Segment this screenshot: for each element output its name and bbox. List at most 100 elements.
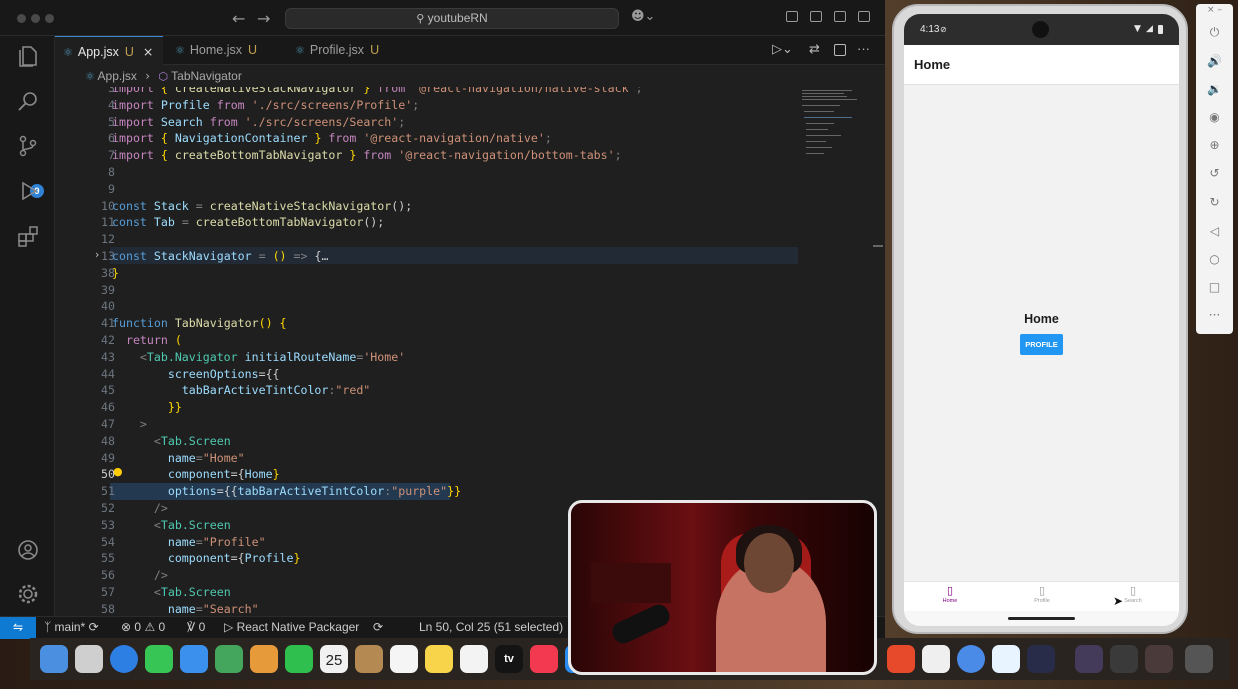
code-line[interactable]: 45 tabBarActiveTintColor:"red" [55, 382, 800, 399]
tab-app-jsx[interactable]: ⚛ App.jsx U × [55, 36, 163, 65]
code-line[interactable]: 5 import Search from './src/screens/Searc… [55, 114, 800, 131]
launchpad-icon[interactable] [75, 645, 103, 673]
back-triangle-icon[interactable]: ◁ [1196, 224, 1233, 238]
code-line[interactable]: 9 [55, 181, 800, 198]
accounts-icon[interactable] [16, 538, 40, 562]
brave-icon[interactable] [887, 645, 915, 673]
problems-indicator[interactable]: ⊗ 0 ⚠ 0 [121, 617, 165, 638]
android-studio-icon[interactable] [992, 645, 1020, 673]
back-arrow-icon[interactable]: ← [232, 9, 245, 28]
code-line[interactable]: 44 screenOptions={{ [55, 366, 800, 383]
contacts-icon[interactable] [355, 645, 383, 673]
code-line[interactable]: 50 component={Home} [55, 466, 800, 483]
home-indicator-bar[interactable] [1008, 617, 1075, 620]
compare-changes-icon[interactable]: ⇄ [809, 42, 820, 57]
breadcrumb-file[interactable]: App.jsx [98, 69, 137, 83]
close-window-icon[interactable] [17, 14, 26, 23]
minimize-window-icon[interactable] [31, 14, 40, 23]
toggle-panel-icon[interactable] [834, 11, 846, 22]
messages-icon[interactable] [145, 645, 173, 673]
notes-icon[interactable] [425, 645, 453, 673]
search-icon[interactable] [16, 89, 40, 113]
source-control-icon[interactable] [16, 134, 40, 158]
maps-icon[interactable] [215, 645, 243, 673]
extensions-icon[interactable] [16, 224, 40, 248]
command-center-search[interactable]: ⚲ youtubeRN [285, 8, 619, 29]
rotate-right-icon[interactable]: ↻ [1196, 195, 1233, 209]
code-line[interactable]: 48 <Tab.Screen [55, 433, 800, 450]
tab-home-jsx[interactable]: ⚛ Home.jsx U [167, 36, 282, 65]
mail-icon[interactable] [180, 645, 208, 673]
code-line[interactable]: 43 <Tab.Navigator initialRouteName='Home… [55, 349, 800, 366]
safari-icon[interactable] [110, 645, 138, 673]
zoom-icon[interactable]: ⊕ [1196, 138, 1233, 152]
power-icon[interactable]: ⏻ [1196, 25, 1233, 40]
code-line[interactable]: 13 const StackNavigator = () => {… [55, 248, 800, 265]
minimap[interactable] [800, 87, 880, 167]
tab-home[interactable]: ▯ Home [904, 584, 996, 604]
run-icon[interactable]: ▷⌄ [772, 42, 793, 57]
toggle-primary-sidebar-icon[interactable] [810, 11, 822, 22]
tab-profile-jsx[interactable]: ⚛ Profile.jsx U [287, 36, 407, 65]
calendar-icon[interactable]: 25 [320, 645, 348, 673]
ports-indicator[interactable]: ℣ 0 [187, 617, 205, 638]
code-line[interactable]: 40 [55, 298, 800, 315]
system-monitor-icon[interactable] [1027, 645, 1055, 673]
code-line[interactable]: 51 options={{tabBarActiveTintColor:"purp… [55, 483, 800, 500]
screenshot-camera-icon[interactable]: ◉ [1196, 110, 1233, 124]
chatgpt-icon[interactable] [922, 645, 950, 673]
reminders-icon[interactable] [390, 645, 418, 673]
code-line[interactable]: 7 import { createBottomTabNavigator } fro… [55, 147, 800, 164]
code-line[interactable]: 42 return ( [55, 332, 800, 349]
code-line[interactable]: 47 > [55, 416, 800, 433]
toggle-secondary-sidebar-icon[interactable] [858, 11, 870, 22]
packager-task[interactable]: ▷ React Native Packager [224, 617, 359, 638]
more-options-icon[interactable]: ··· [1196, 308, 1233, 322]
code-line[interactable]: 3 import { createNativeStackNavigator } f… [55, 87, 800, 97]
chrome-icon[interactable] [957, 645, 985, 673]
rotate-left-icon[interactable]: ↺ [1196, 166, 1233, 180]
facetime-icon[interactable] [285, 645, 313, 673]
minimized-window-icon[interactable] [1075, 645, 1103, 673]
split-editor-icon[interactable] [834, 44, 846, 56]
code-line[interactable]: 10 const Stack = createNativeStackNavigat… [55, 198, 800, 215]
code-line[interactable]: 46 }} [55, 399, 800, 416]
breadcrumb-symbol[interactable]: TabNavigator [171, 69, 242, 83]
close-emulator-icon[interactable]: × – [1196, 5, 1233, 15]
trash-icon[interactable] [1185, 645, 1213, 673]
home-circle-icon[interactable]: ○ [1196, 252, 1233, 266]
tab-search[interactable]: ▯ Search [1087, 584, 1179, 604]
freeform-icon[interactable] [460, 645, 488, 673]
apple-tv-icon[interactable]: tv [495, 645, 523, 673]
cursor-position[interactable]: Ln 50, Col 25 (51 selected) [419, 617, 563, 638]
customize-layout-icon[interactable] [786, 11, 798, 22]
explorer-icon[interactable] [16, 44, 40, 68]
settings-gear-icon[interactable] [16, 582, 40, 606]
scrollbar-thumb[interactable] [873, 245, 883, 247]
forward-arrow-icon[interactable]: → [257, 9, 270, 28]
minimized-window-icon[interactable] [1145, 645, 1173, 673]
volume-down-icon[interactable]: 🔉 [1196, 82, 1233, 96]
minimized-window-icon[interactable] [1110, 645, 1138, 673]
code-line[interactable]: 6 import { NavigationContainer } from '@r… [55, 130, 800, 147]
maximize-window-icon[interactable] [45, 14, 54, 23]
refresh-icon[interactable]: ⟳ [373, 617, 383, 638]
code-line[interactable]: 41 function TabNavigator() { [55, 315, 800, 332]
code-line[interactable]: 4 import Profile from './src/screens/Prof… [55, 97, 800, 114]
copilot-icon[interactable]: ☻⌄ [631, 9, 655, 24]
photos-icon[interactable] [250, 645, 278, 673]
more-actions-icon[interactable]: ··· [857, 41, 870, 56]
volume-up-icon[interactable]: 🔊 [1196, 54, 1233, 68]
code-line[interactable]: 11 const Tab = createBottomTabNavigator()… [55, 214, 800, 231]
remote-indicator-icon[interactable]: ⇋ [0, 617, 36, 639]
code-line[interactable]: 38} [55, 265, 800, 282]
code-line[interactable]: 39 [55, 282, 800, 299]
code-line[interactable]: 49 name="Home" [55, 450, 800, 467]
overview-square-icon[interactable]: □ [1196, 280, 1233, 294]
profile-button[interactable]: PROFILE [1020, 334, 1063, 355]
close-tab-icon[interactable]: × [143, 44, 153, 59]
finder-icon[interactable] [40, 645, 68, 673]
branch-indicator[interactable]: ᛉ main* ⟳ [44, 617, 99, 638]
run-debug-icon[interactable] [16, 179, 40, 203]
tab-profile[interactable]: ▯ Profile [996, 584, 1088, 604]
